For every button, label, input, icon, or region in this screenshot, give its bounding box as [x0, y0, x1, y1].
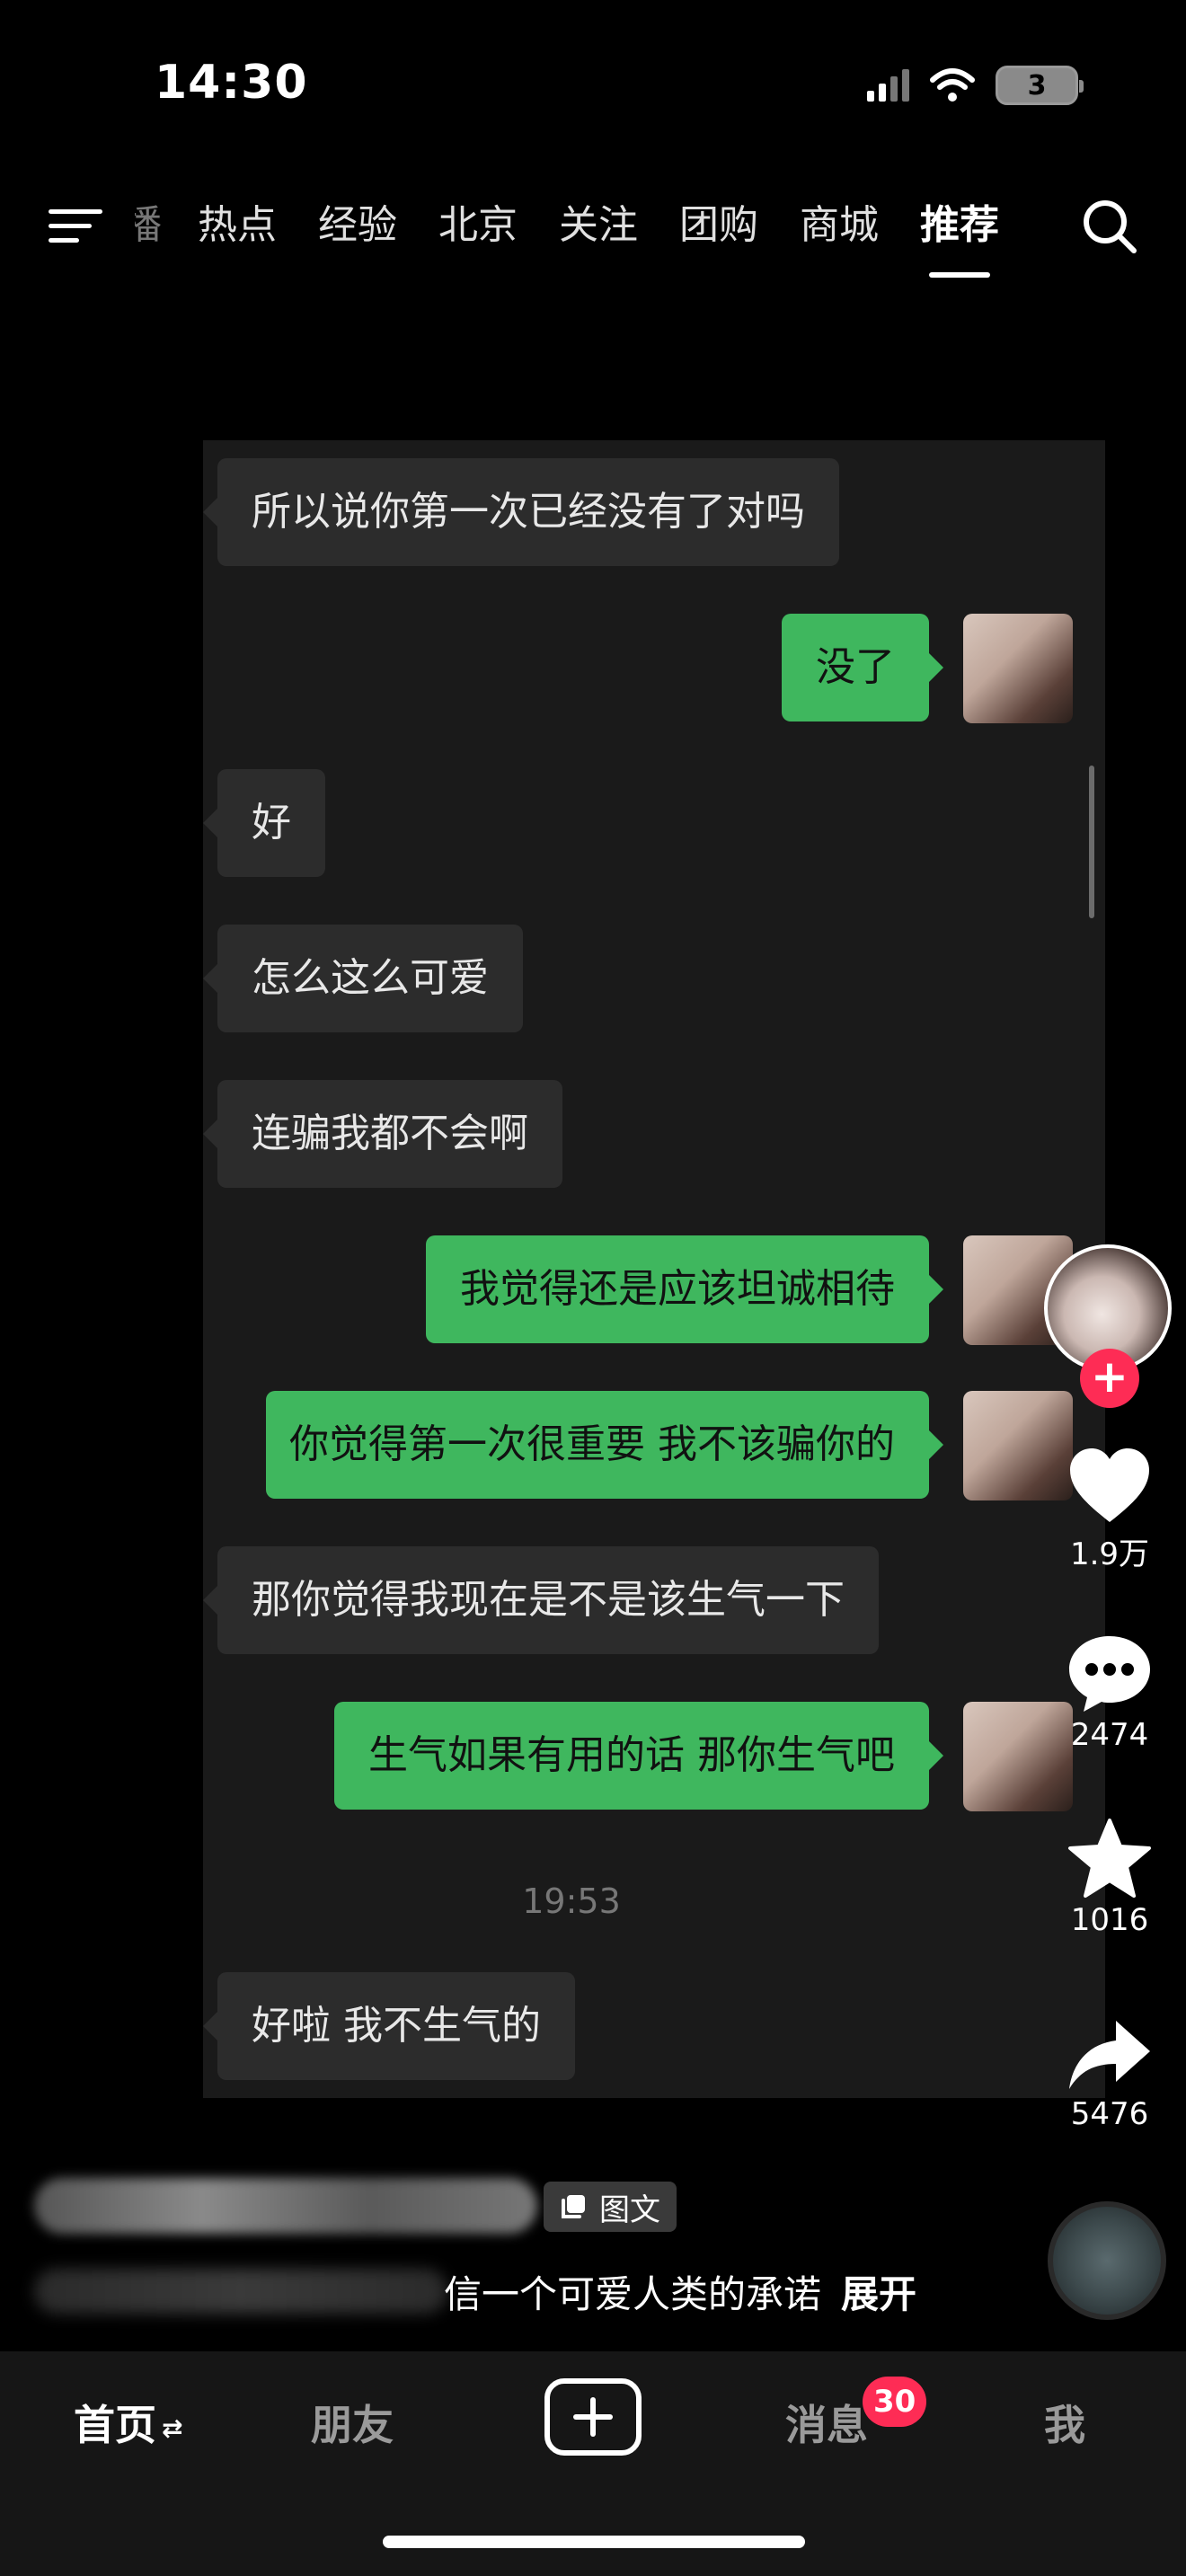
expand-link[interactable]: 展开	[841, 2272, 916, 2316]
menu-icon[interactable]	[49, 204, 102, 249]
nav-home[interactable]: 首页 ⇄	[74, 2393, 182, 2452]
nav-me[interactable]: 我	[1044, 2393, 1085, 2452]
chat-avatar	[963, 614, 1073, 723]
nav-messages[interactable]: 消息	[785, 2393, 868, 2452]
caption-text: 信一个可爱人类的承诺	[444, 2272, 822, 2316]
post-type-label: 图文	[599, 2191, 660, 2228]
chat-message-outgoing: 生气如果有用的话 那你生气吧	[334, 1702, 943, 1810]
post-type-badge[interactable]: 图文	[544, 2182, 677, 2232]
chat-message-outgoing: 我觉得还是应该坦诚相待	[426, 1235, 943, 1343]
battery-icon: 3	[996, 66, 1084, 105]
chat-message-incoming: 连骗我都不会啊	[203, 1080, 562, 1188]
chat-message-incoming: 怎么这么可爱	[203, 925, 523, 1032]
caption-blurred	[34, 2269, 447, 2314]
comment-icon	[1069, 1636, 1150, 1712]
wifi-icon	[930, 68, 975, 102]
create-post-button[interactable]	[544, 2378, 642, 2456]
chat-screenshot[interactable]: 所以说你第一次已经没有了对吗 没了 好 怎么这么可爱 连骗我都不会啊 我觉得还是…	[203, 440, 1105, 2098]
battery-level: 3	[1027, 69, 1047, 102]
status-icons: 3	[867, 63, 1084, 108]
comment-count: 2474	[1070, 1717, 1149, 1753]
music-disc[interactable]	[1048, 2201, 1166, 2320]
chat-message-incoming: 好啦 我不生气的	[203, 1972, 575, 2080]
tab-experience[interactable]: 经验	[318, 193, 397, 258]
chat-message-incoming: 那你觉得我现在是不是该生气一下	[203, 1546, 879, 1654]
tab-hot[interactable]: 热点	[198, 193, 277, 258]
status-time: 14:30	[155, 56, 308, 110]
chat-scrollbar	[1089, 766, 1094, 918]
tab-recommended[interactable]: 推荐	[920, 193, 999, 278]
top-tab-bar: 直播 热点 经验 北京 关注 团购 商城 推荐	[0, 193, 1186, 292]
comment-button[interactable]: 2474	[1042, 1633, 1177, 1753]
chat-message-outgoing: 你觉得第一次很重要 我不该骗你的	[266, 1391, 943, 1499]
post-caption[interactable]: 信一个可爱人类的承诺 展开	[444, 2264, 916, 2319]
share-button[interactable]: 5476	[1042, 2017, 1177, 2132]
cellular-signal-icon	[867, 69, 909, 102]
favorite-button[interactable]: 1016	[1042, 1818, 1177, 1938]
tab-group-buy[interactable]: 团购	[679, 193, 758, 258]
tab-list: 直播 热点 经验 北京 关注 团购 商城 推荐	[135, 193, 1040, 278]
share-count: 5476	[1070, 2096, 1149, 2132]
swap-icon: ⇄	[162, 2413, 183, 2443]
like-button[interactable]: 1.9万	[1042, 1447, 1177, 1573]
nav-home-label: 首页	[74, 2401, 156, 2449]
share-arrow-icon	[1069, 2021, 1150, 2089]
chat-message-incoming: 所以说你第一次已经没有了对吗	[203, 458, 839, 566]
like-count: 1.9万	[1069, 1536, 1150, 1572]
image-text-icon	[562, 2195, 585, 2218]
home-indicator	[383, 2536, 805, 2548]
nav-friends[interactable]: 朋友	[311, 2393, 394, 2452]
tab-partial[interactable]: 直播	[135, 193, 162, 258]
tab-mall[interactable]: 商城	[800, 193, 879, 258]
author-name-blurred[interactable]	[34, 2178, 537, 2234]
follow-button[interactable]: +	[1080, 1349, 1139, 1408]
chat-timestamp: 19:53	[522, 1881, 621, 1921]
chat-message-incoming: 好	[203, 769, 325, 877]
favorite-count: 1016	[1070, 1902, 1149, 1938]
heart-icon	[1070, 1448, 1149, 1522]
tab-beijing[interactable]: 北京	[438, 193, 518, 258]
messages-badge: 30	[863, 2377, 927, 2427]
tab-following[interactable]: 关注	[559, 193, 638, 258]
search-icon[interactable]	[1080, 197, 1139, 256]
chat-message-outgoing: 没了	[782, 614, 943, 721]
star-icon	[1068, 1819, 1151, 1898]
